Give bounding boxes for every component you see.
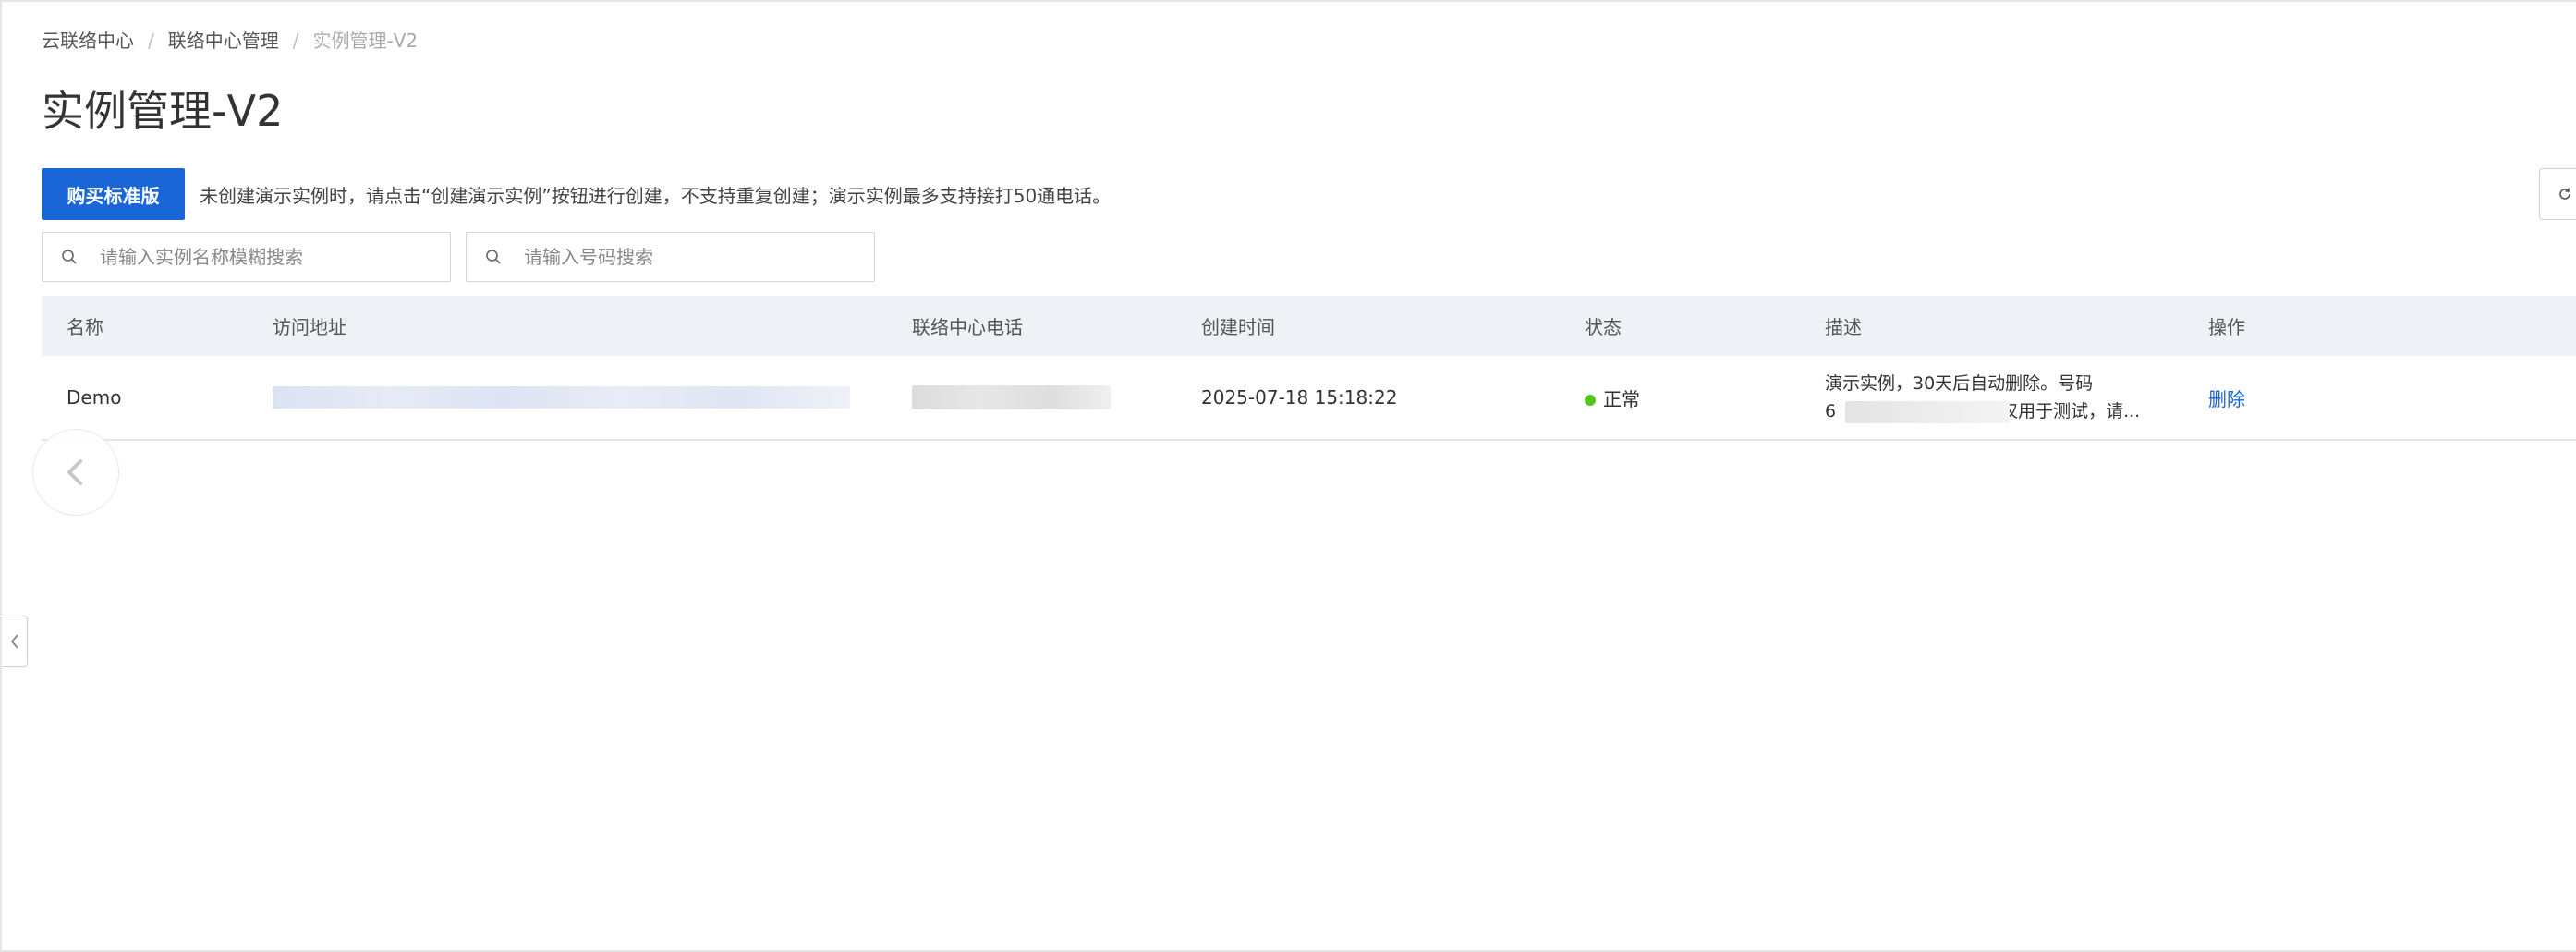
created-time: 2025-07-18 15:18:22	[1201, 386, 1398, 409]
refresh-button[interactable]	[2539, 168, 2576, 220]
sidebar-toggle[interactable]	[2, 616, 28, 667]
number-search[interactable]	[466, 232, 875, 282]
instance-table: 名称 访问地址 联络中心电话 创建时间 状态 描述 操作 Demo 2025-0…	[42, 296, 2576, 441]
page-title: 实例管理-V2	[42, 86, 284, 136]
back-button[interactable]	[32, 429, 119, 516]
refresh-icon	[2559, 188, 2570, 200]
operation-cell: 删除	[2208, 384, 2576, 411]
chevron-left-icon	[10, 634, 18, 649]
instance-name: Demo	[67, 386, 122, 409]
breadcrumb: 云联络中心 / 联络中心管理 / 实例管理-V2	[42, 28, 418, 54]
column-header-status: 状态	[1585, 316, 1622, 338]
column-header-access-url: 访问地址	[273, 316, 346, 338]
toolbar: 购买标准版 未创建演示实例时，请点击“创建演示实例”按钮进行创建，不支持重复创建…	[42, 168, 1111, 220]
breadcrumb-current: 实例管理-V2	[312, 30, 419, 52]
search-row	[42, 232, 890, 282]
description-line-2: 6 仅用于测试，请...	[1825, 397, 2208, 425]
phone-redacted	[912, 385, 1111, 409]
phone-cell	[912, 385, 1201, 409]
status-dot-icon	[1585, 395, 1596, 406]
column-header-name: 名称	[67, 316, 103, 338]
column-header-description: 描述	[1825, 316, 1862, 338]
instance-name-search-input[interactable]	[98, 245, 416, 269]
breadcrumb-separator: /	[292, 30, 299, 52]
breadcrumb-separator: /	[148, 30, 154, 52]
search-icon	[486, 250, 501, 264]
access-url-cell	[273, 386, 912, 409]
description-cell: 演示实例，30天后自动删除。号码 6 仅用于测试，请...	[1825, 370, 2208, 425]
column-header-phone: 联络中心电话	[912, 316, 1023, 338]
description-line-2-suffix: 仅用于测试，请...	[2000, 401, 2141, 421]
delete-link[interactable]: 删除	[2208, 388, 2245, 410]
breadcrumb-item-cloud-contact-center[interactable]: 云联络中心	[42, 28, 134, 54]
page: 云联络中心 / 联络中心管理 / 实例管理-V2 实例管理-V2 购买标准版 未…	[0, 0, 2576, 952]
search-icon	[62, 250, 77, 264]
access-url-redacted[interactable]	[273, 386, 850, 409]
chevron-left-icon	[67, 459, 82, 485]
description-line-1: 演示实例，30天后自动删除。号码	[1825, 373, 2094, 394]
instance-name-search[interactable]	[42, 232, 451, 282]
breadcrumb-item-contact-center-management[interactable]: 联络中心管理	[168, 28, 279, 54]
column-header-created-time: 创建时间	[1201, 316, 1275, 338]
description-redacted	[1845, 401, 2010, 423]
status-cell: 正常	[1585, 384, 1825, 411]
buy-standard-button[interactable]: 购买标准版	[42, 168, 185, 220]
status-text: 正常	[1603, 387, 1640, 410]
table-header: 名称 访问地址 联络中心电话 创建时间 状态 描述 操作	[42, 296, 2576, 356]
column-header-operation: 操作	[2208, 316, 2245, 338]
description-line-2-prefix: 6	[1825, 401, 1837, 421]
number-search-input[interactable]	[522, 245, 840, 269]
demo-instance-tip: 未创建演示实例时，请点击“创建演示实例”按钮进行创建，不支持重复创建；演示实例最…	[200, 184, 1112, 207]
table-row: Demo 2025-07-18 15:18:22 正常 演示实例，30天后自动删…	[42, 356, 2576, 441]
